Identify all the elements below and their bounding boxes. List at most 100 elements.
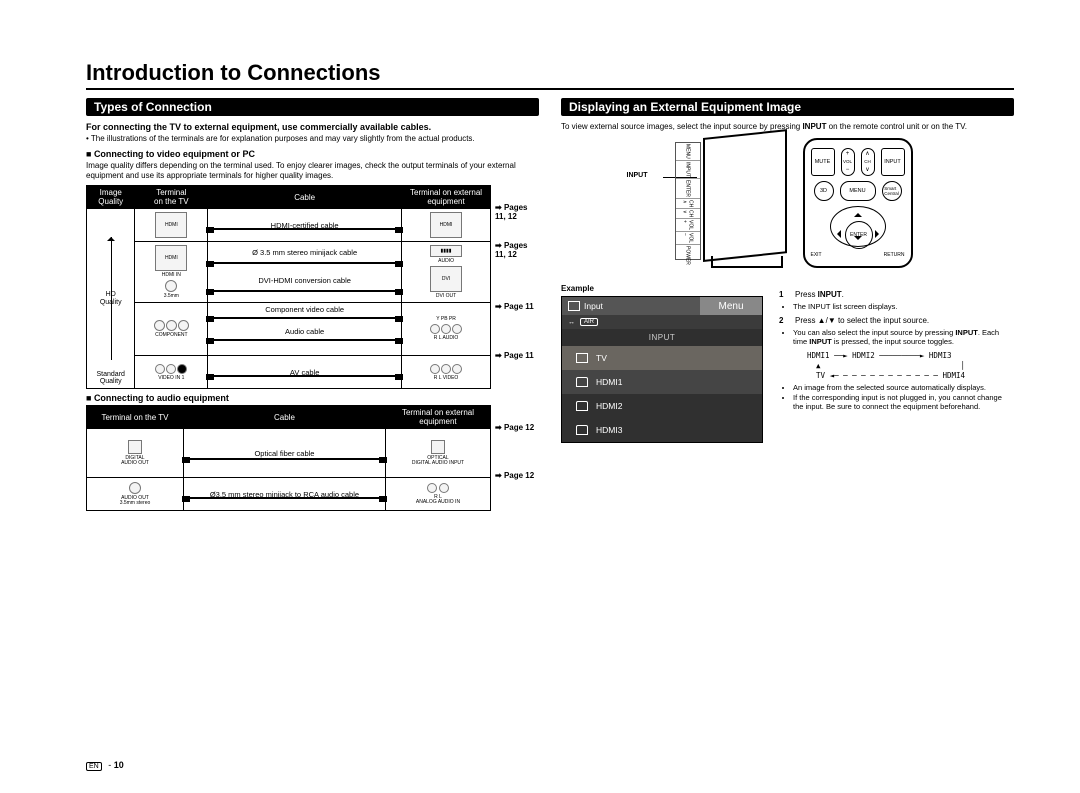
tv-side-btn: ENTER xyxy=(676,178,700,198)
tv-side-btn: MENU xyxy=(676,143,700,160)
right-intro: To view external source images, select t… xyxy=(561,122,1014,132)
right-intro-b: on the remote control unit or on the TV. xyxy=(826,122,967,131)
cable-component: Component video cable Audio cable xyxy=(208,303,402,356)
page-ref: Page 11 xyxy=(504,351,534,360)
quality-arrow-head xyxy=(107,233,115,241)
cable-hdmi: HDMI-certified cable xyxy=(208,209,402,242)
section-bar-types: Types of Connection xyxy=(86,98,539,116)
dpad-up-icon xyxy=(854,209,862,217)
cable-audio-label: Audio cable xyxy=(208,327,401,336)
cable-av: AV cable xyxy=(208,356,402,389)
remote-vol-rocker: +VOL− xyxy=(841,148,855,176)
page-title: Introduction to Connections xyxy=(86,60,1014,86)
tv-term-digital-audio: DIGITALAUDIO OUT xyxy=(87,429,184,478)
step2-bullet-2: An image from the selected source automa… xyxy=(793,383,1014,392)
step1-suffix: . xyxy=(842,290,844,299)
page-ref: Page 12 xyxy=(504,423,534,432)
step-num-1: 1 xyxy=(779,290,789,299)
note-text: • The illustrations of the terminals are… xyxy=(86,134,539,143)
tv-side-btn: CH ∧ xyxy=(676,198,700,208)
th-terminal-tv: Terminal on the TV xyxy=(87,406,184,429)
footer-page-number: 10 xyxy=(114,760,124,770)
tv-side-buttons: MENU INPUT ENTER CH ∧ CH ∨ VOL + VOL − P… xyxy=(675,142,701,260)
menu-head-left: Input xyxy=(584,301,603,311)
cable-line-icon xyxy=(214,228,395,230)
input-menu-box: Input Menu ↔AIR INPUT TV HDMI1 HDMI2 HDM… xyxy=(561,296,763,443)
menu-item-label: HDMI3 xyxy=(596,425,622,435)
th-cable: Cable xyxy=(183,406,385,429)
tv-figure: INPUT MENU INPUT ENTER CH ∧ CH ∨ VOL + V… xyxy=(663,138,783,268)
remote-smart-button: Smart Central xyxy=(882,181,902,201)
remote-enter-button: ENTER xyxy=(845,221,873,249)
page-ref: Page 11 xyxy=(504,302,534,311)
remote-mute-button: MUTE xyxy=(811,148,835,176)
menu-item-hdmi3: HDMI3 xyxy=(562,418,762,442)
body-video: Image quality differs depending on the t… xyxy=(86,161,539,181)
menu-item-hdmi2: HDMI2 xyxy=(562,394,762,418)
right-intro-a: To view external source images, select t… xyxy=(561,122,802,131)
tv-panel-icon xyxy=(703,129,787,262)
tv-stand-icon xyxy=(711,256,783,268)
tv-side-btn: VOL − xyxy=(676,231,700,244)
right-intro-bold: INPUT xyxy=(802,122,826,131)
cable-line-icon xyxy=(214,262,395,264)
step2-bullet-1: You can also select the input source by … xyxy=(793,328,1014,346)
quality-arrow-shaft xyxy=(111,237,112,360)
audio-page-refs: Page 12 Page 12 xyxy=(495,405,539,511)
hdmi-icon xyxy=(576,401,588,411)
step2-bullet-3: If the corresponding input is not plugge… xyxy=(793,393,1014,411)
th-terminal-ext: Terminal on external equipment xyxy=(402,186,491,209)
remote-menu-button: MENU xyxy=(840,181,876,201)
title-rule xyxy=(86,88,1014,90)
intro-text: For connecting the TV to external equipm… xyxy=(86,122,539,132)
quality-bottom-label: Standard Quality xyxy=(87,371,134,386)
tv-side-btn: VOL + xyxy=(676,218,700,231)
tv-term-audio-out: AUDIO OUT3.5mm stereo xyxy=(87,478,184,511)
instruction-steps: 1 Press INPUT. The INPUT list screen dis… xyxy=(779,276,1014,416)
ext-term-analog: R LANALOG AUDIO IN xyxy=(385,478,490,511)
tv-side-btn: CH ∨ xyxy=(676,208,700,218)
page-ref: Page 12 xyxy=(504,471,534,480)
input-cycle-diagram: HDMI1 ──► HDMI2 ─────────► HDMI3 ▲ │ TV … xyxy=(807,351,1014,380)
ext-term-av: R L VIDEO xyxy=(402,356,491,389)
remote-3d-button: 3D xyxy=(814,181,834,201)
cable-line-icon xyxy=(214,290,395,292)
menu-item-label: HDMI2 xyxy=(596,401,622,411)
cable-optical-label: Optical fiber cable xyxy=(187,449,382,458)
ext-term-optical: OPTICALDIGITAL AUDIO INPUT xyxy=(385,429,490,478)
menu-item-label: HDMI1 xyxy=(596,377,622,387)
cable-line-icon xyxy=(214,375,395,377)
menu-sub-bar: ↔AIR xyxy=(562,315,762,329)
quality-scale: HD Quality Standard Quality xyxy=(87,209,135,389)
th-quality: Image Quality xyxy=(87,186,135,209)
remote-dpad: ENTER xyxy=(830,206,886,247)
example-label: Example xyxy=(561,284,761,293)
remote-ch-rocker: ∧CH∨ xyxy=(861,148,875,176)
input-pointer-label: INPUT xyxy=(627,172,648,179)
cable-dvi-hdmi: Ø 3.5 mm stereo minijack cable DVI-HDMI … xyxy=(208,242,402,303)
menu-air-pill: AIR xyxy=(580,318,598,326)
dpad-left-icon xyxy=(833,230,841,238)
tv-side-btn: INPUT xyxy=(676,160,700,178)
tv-term-hdmi: HDMI xyxy=(135,209,208,242)
ext-term-dvi: ▮▮▮▮AUDIODVIDVI OUT xyxy=(402,242,491,303)
subhead-audio: Connecting to audio equipment xyxy=(86,393,539,403)
subhead-video: Connecting to video equipment or PC xyxy=(86,149,539,159)
video-page-refs: Pages 11, 12 Pages 11, 12 Page 11 Page 1… xyxy=(495,185,539,389)
left-column: Types of Connection For connecting the T… xyxy=(86,98,539,511)
step1-text: Press xyxy=(795,290,818,299)
cable-line-icon xyxy=(214,339,395,341)
page-footer: EN - 10 xyxy=(86,760,124,771)
cable-line-icon xyxy=(190,497,379,499)
th-terminal-tv: Terminal on the TV xyxy=(135,186,208,209)
right-column: Displaying an External Equipment Image T… xyxy=(561,98,1014,511)
tv-side-btn: POWER xyxy=(676,244,700,266)
menu-item-hdmi1: HDMI1 xyxy=(562,370,762,394)
section-bar-display: Displaying an External Equipment Image xyxy=(561,98,1014,116)
tv-term-component: COMPONENT xyxy=(135,303,208,356)
cable-line-icon xyxy=(214,317,395,319)
hdmi-icon xyxy=(576,425,588,435)
hdmi-icon xyxy=(576,377,588,387)
tv-term-av: VIDEO IN 1 xyxy=(135,356,208,389)
remote-exit-label: EXIT xyxy=(811,252,822,258)
